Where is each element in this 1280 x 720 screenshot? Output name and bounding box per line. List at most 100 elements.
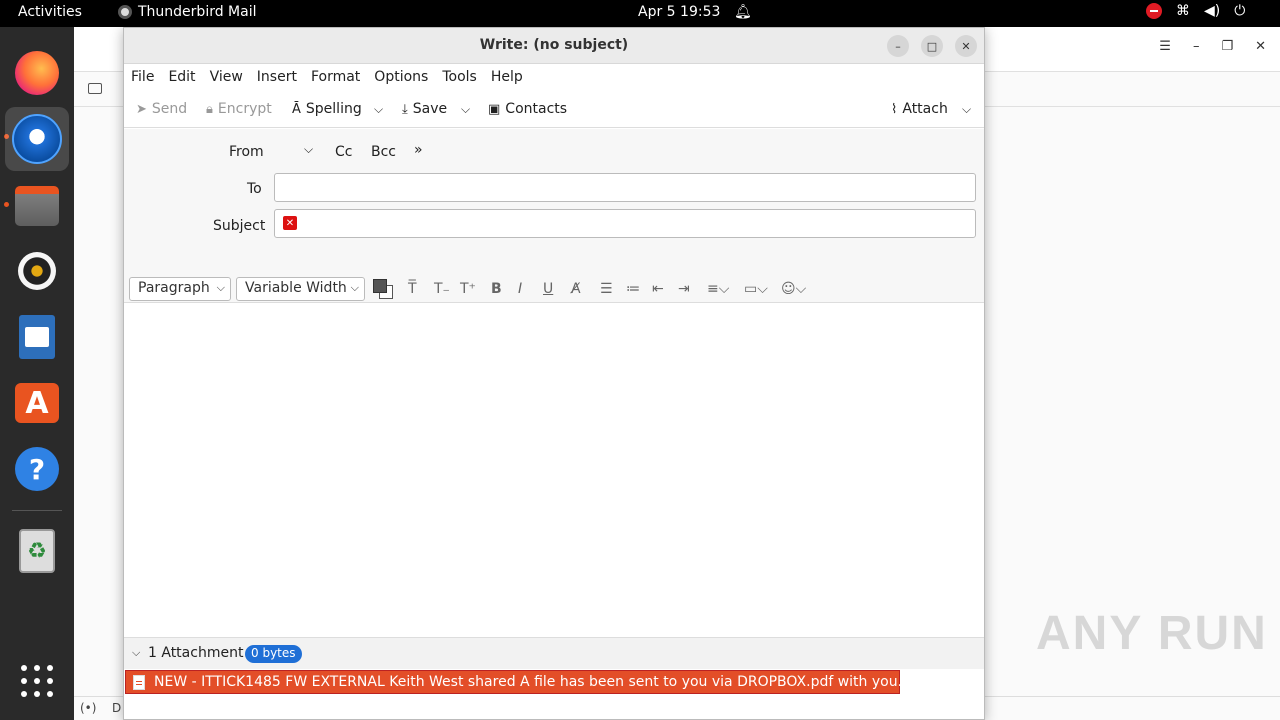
dock-rhythmbox[interactable] [13, 247, 61, 295]
save-dropdown-chevron-icon[interactable]: ⌵ [461, 102, 470, 117]
remove-formatting-icon[interactable]: A̸ [571, 281, 581, 297]
spellcheck-icon: Ā [292, 101, 301, 117]
save-label: Save [412, 101, 448, 117]
paragraph-value: Paragraph [138, 280, 210, 296]
chevron-down-icon: ⌵ [350, 281, 359, 294]
menu-file[interactable]: File [124, 65, 161, 93]
send-button[interactable]: ➤ Send [136, 101, 187, 117]
files-icon [15, 186, 59, 226]
save-button[interactable]: ⤓ Save [402, 101, 447, 117]
clock-time: 19:53 [680, 4, 721, 20]
menu-help[interactable]: Help [484, 65, 530, 93]
to-field[interactable] [274, 173, 976, 202]
chevron-down-icon: ⌵ [216, 281, 225, 294]
from-label: From [229, 144, 264, 160]
maximize-button[interactable]: □ [921, 35, 943, 57]
text-color-button[interactable] [373, 279, 393, 299]
cc-button[interactable]: Cc [335, 144, 352, 160]
spelling-label: Spelling [305, 101, 362, 117]
paperclip-icon: ⌇ [891, 101, 898, 117]
bcc-button[interactable]: Bcc [371, 144, 396, 160]
folder-icon[interactable] [88, 83, 102, 94]
menu-options[interactable]: Options [367, 65, 435, 93]
system-tray[interactable]: ⌘ ◀︎) ⏻ [1146, 3, 1245, 19]
dock-trash[interactable]: ♻ [13, 527, 61, 575]
menu-bar: File Edit View Insert Format Options Too… [124, 65, 984, 93]
send-icon: ➤ [136, 101, 147, 117]
restore-icon[interactable]: ❐ [1221, 39, 1233, 54]
insert-menu-icon[interactable]: ▭⌵ [744, 281, 768, 297]
compose-headers: From ⌵ Cc Bcc » To Subject ✕ [124, 129, 984, 277]
contacts-button[interactable]: ▣ Contacts [488, 101, 567, 117]
attach-dropdown-chevron-icon[interactable]: ⌵ [962, 102, 971, 117]
lock-icon: 🔒︎ [206, 101, 213, 117]
watermark: ANY RUN [1036, 607, 1268, 660]
attachment-item[interactable]: NEW - ITTICK1485 FW EXTERNAL Keith West … [125, 670, 932, 694]
app-store-icon: A [15, 383, 59, 423]
contacts-label: Contacts [505, 101, 568, 117]
minimize-button[interactable]: – [887, 35, 909, 57]
numbered-list-icon[interactable]: ≔ [626, 281, 640, 297]
encrypt-label: Encrypt [217, 101, 272, 117]
message-body[interactable] [124, 304, 984, 636]
bold-icon[interactable]: B [491, 281, 502, 297]
dock-show-apps[interactable] [13, 657, 61, 705]
font-select[interactable]: Variable Width ⌵ [236, 277, 365, 301]
subject-field[interactable]: ✕ [274, 209, 976, 238]
dock-writer[interactable] [13, 313, 61, 361]
download-icon: ⤓ [402, 101, 408, 117]
close-button[interactable]: ✕ [955, 35, 977, 57]
align-menu-icon[interactable]: ≡⌵ [707, 281, 729, 297]
more-fields-icon[interactable]: » [414, 142, 423, 158]
thunderbird-icon [12, 114, 62, 164]
font-size-reset-icon[interactable]: T̅ [408, 281, 417, 297]
menu-tools[interactable]: Tools [435, 65, 484, 93]
dock-thunderbird[interactable] [5, 107, 69, 171]
menu-edit[interactable]: Edit [161, 65, 202, 93]
top-bar: Activities Thunderbird Mail Apr 5 19:53 … [0, 0, 1280, 27]
underline-icon[interactable]: U [543, 281, 553, 297]
collapse-chevron-icon[interactable]: ⌵ [132, 646, 140, 660]
italic-icon[interactable]: I [518, 281, 522, 297]
show-apps-icon [21, 665, 53, 697]
activities-button[interactable]: Activities [18, 4, 82, 20]
file-icon [133, 675, 145, 690]
address-book-icon: ▣ [488, 101, 501, 117]
decrease-font-size-icon[interactable]: T₋ [434, 281, 450, 297]
attachment-bucket-header[interactable]: ⌵ 1 Attachment 0 bytes [124, 637, 984, 669]
paragraph-select[interactable]: Paragraph ⌵ [129, 277, 231, 301]
increase-font-size-icon[interactable]: T⁺ [460, 281, 476, 297]
trash-icon: ♻ [19, 529, 55, 573]
emoji-menu-icon[interactable]: ☺⌵ [781, 281, 806, 297]
hamburger-menu-icon[interactable]: ☰ [1159, 39, 1171, 54]
power-icon: ⏻ [1234, 3, 1246, 19]
attach-button[interactable]: ⌇ Attach [891, 101, 948, 117]
thunderbird-small-icon [118, 5, 132, 19]
text-color-swatch [373, 279, 387, 293]
dock-files[interactable] [13, 182, 61, 230]
do-not-disturb-icon [1146, 3, 1162, 19]
encrypt-button[interactable]: 🔒︎ Encrypt [206, 101, 272, 117]
spelling-button[interactable]: Ā Spelling [292, 101, 362, 117]
app-menu[interactable]: Thunderbird Mail [118, 4, 257, 20]
menu-view[interactable]: View [203, 65, 250, 93]
menu-insert[interactable]: Insert [250, 65, 304, 93]
outdent-icon[interactable]: ⇤ [652, 281, 664, 297]
to-label: To [247, 181, 262, 197]
font-value: Variable Width [245, 280, 347, 296]
indent-icon[interactable]: ⇥ [678, 281, 690, 297]
from-dropdown-chevron-icon[interactable]: ⌵ [304, 142, 313, 157]
compose-window: Write: (no subject) – □ ✕ File Edit View… [123, 27, 985, 720]
bulleted-list-icon[interactable]: ☰ [600, 281, 613, 297]
dock-firefox[interactable] [13, 49, 61, 97]
close-icon[interactable]: ✕ [1255, 39, 1266, 54]
attach-label: Attach [902, 101, 948, 117]
menu-format[interactable]: Format [304, 65, 367, 93]
bell-icon: 🔔︎ [734, 4, 752, 20]
dock-app-store[interactable]: A [13, 379, 61, 427]
dock-help[interactable]: ? [13, 445, 61, 493]
clock[interactable]: Apr 5 19:53 [638, 4, 720, 20]
minimize-icon[interactable]: – [1193, 39, 1200, 54]
online-status-icon[interactable]: (•) [80, 701, 96, 715]
spelling-dropdown-chevron-icon[interactable]: ⌵ [374, 102, 383, 117]
